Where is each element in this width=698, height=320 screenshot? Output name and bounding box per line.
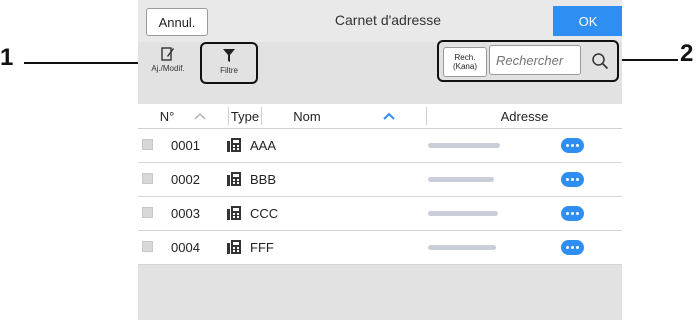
search-kana-label: Rech. (Kana): [452, 53, 477, 71]
column-address-label: Adresse: [500, 108, 549, 124]
more-button[interactable]: [561, 240, 584, 255]
callout-2-line: [620, 59, 678, 61]
fax-icon: [227, 240, 241, 254]
table-header: N° Type Nom Adresse: [138, 104, 622, 129]
row-name: CCC: [250, 206, 279, 221]
ok-button[interactable]: OK: [553, 6, 622, 36]
search-icon: [592, 53, 609, 70]
column-type-header: Type: [229, 104, 261, 128]
fax-icon: [227, 206, 241, 220]
fax-icon: [227, 138, 241, 152]
column-type-label: Type: [230, 108, 260, 124]
table-row[interactable]: 0001 AAA: [138, 129, 622, 163]
address-redacted: [428, 211, 498, 216]
row-checkbox[interactable]: [142, 207, 153, 218]
row-name: FFF: [250, 240, 274, 255]
add-edit-button[interactable]: Aj./Modif.: [144, 46, 192, 86]
row-checkbox[interactable]: [142, 139, 153, 150]
search-input[interactable]: [489, 45, 581, 75]
more-button[interactable]: [561, 138, 584, 153]
column-name-header[interactable]: Nom: [262, 104, 426, 128]
column-number-header[interactable]: N°: [138, 104, 228, 128]
filter-label: Filtre: [220, 66, 238, 75]
chevron-up-icon: [383, 112, 395, 120]
edit-icon: [161, 47, 174, 61]
page-title: Carnet d'adresse: [334, 12, 442, 28]
address-book-screen: Annul. Carnet d'adresse OK Aj./Modif. Fi…: [138, 0, 622, 320]
cancel-button[interactable]: Annul.: [146, 8, 208, 36]
table-row[interactable]: 0004 FFF: [138, 231, 622, 265]
more-button[interactable]: [561, 172, 584, 187]
row-number: 0002: [171, 172, 200, 187]
search-button[interactable]: [587, 47, 613, 75]
row-checkbox[interactable]: [142, 241, 153, 252]
address-list: 0001 AAA 0002 BBB 0003 CCC 0004 FFF: [138, 129, 622, 265]
more-button[interactable]: [561, 206, 584, 221]
add-edit-label: Aj./Modif.: [151, 64, 185, 73]
column-name-label: Nom: [293, 108, 321, 124]
table-row[interactable]: 0003 CCC: [138, 197, 622, 231]
fax-icon: [227, 172, 241, 186]
row-number: 0004: [171, 240, 200, 255]
column-number-label: N°: [159, 108, 175, 124]
address-redacted: [428, 143, 500, 148]
table-row[interactable]: 0002 BBB: [138, 163, 622, 197]
filter-button[interactable]: Filtre: [200, 42, 258, 84]
funnel-icon: [223, 49, 235, 62]
address-redacted: [428, 245, 496, 250]
row-number: 0001: [171, 138, 200, 153]
callout-2: 2: [680, 40, 694, 67]
row-number: 0003: [171, 206, 200, 221]
callout-1: 1: [0, 44, 14, 71]
top-bar: Annul. Carnet d'adresse OK: [138, 0, 622, 43]
row-name: BBB: [250, 172, 277, 187]
search-kana-button[interactable]: Rech. (Kana): [443, 47, 487, 77]
chevron-up-icon: [194, 113, 206, 120]
row-name: AAA: [250, 138, 277, 153]
column-address-header: Adresse: [427, 104, 622, 128]
address-redacted: [428, 177, 494, 182]
search-group: Rech. (Kana): [437, 40, 619, 82]
row-checkbox[interactable]: [142, 173, 153, 184]
